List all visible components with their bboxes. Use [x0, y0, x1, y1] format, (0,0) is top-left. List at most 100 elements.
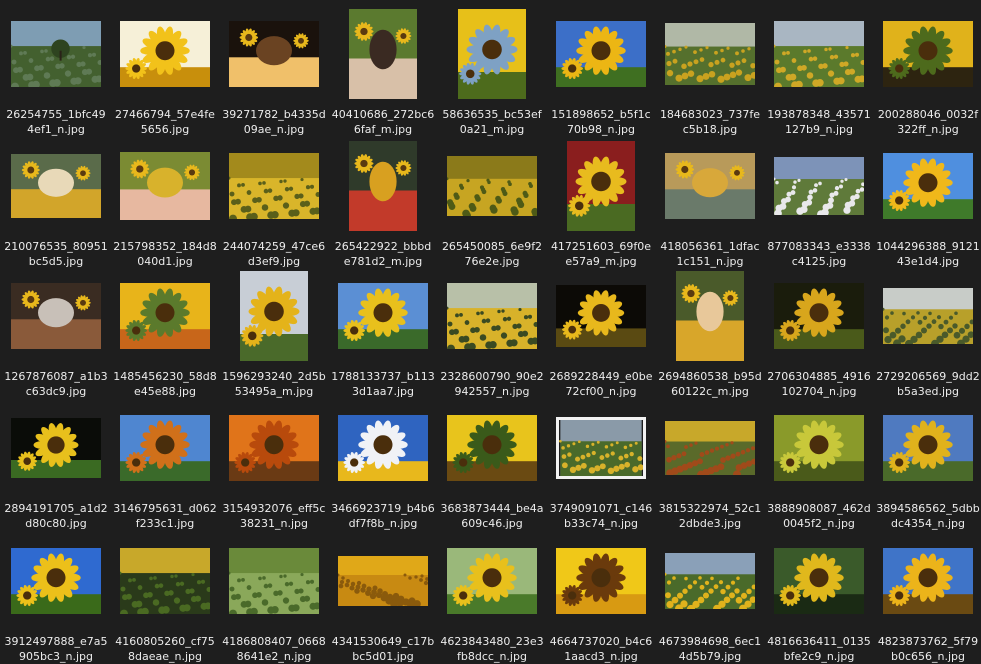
file-item[interactable]: 3683873444_be4a 609c46.jpg	[438, 398, 546, 531]
file-item[interactable]: 151898652_b5f1c 70b98_n.jpg	[547, 4, 655, 137]
file-item[interactable]: 210076535_80951 bc5d5.jpg	[2, 136, 110, 269]
file-name: 4341530649_c17b bc5d01.jpg	[329, 634, 437, 664]
image-thumbnail[interactable]	[774, 157, 864, 215]
image-thumbnail[interactable]	[120, 283, 210, 349]
image-thumbnail[interactable]	[447, 283, 537, 349]
image-thumbnail[interactable]	[774, 548, 864, 614]
file-name-line-2: 53495a_m.jpg	[234, 385, 314, 398]
file-item[interactable]: 4160805260_cf75 8daeae_n.jpg	[111, 531, 219, 664]
image-thumbnail[interactable]	[447, 156, 537, 216]
file-item[interactable]: 58636535_bc53ef 0a21_m.jpg	[438, 4, 546, 137]
file-item[interactable]: 244074259_47ce6 d3ef9.jpg	[220, 136, 328, 269]
file-item[interactable]: 193878348_43571 127b9_n.jpg	[765, 4, 873, 137]
file-item[interactable]: 265422922_bbbd e781d2_m.jpg	[329, 136, 437, 269]
image-thumbnail[interactable]	[11, 548, 101, 614]
image-thumbnail[interactable]	[774, 21, 864, 87]
image-thumbnail[interactable]	[556, 285, 646, 347]
file-item[interactable]: 877083343_e3338 c4125.jpg	[765, 136, 873, 269]
image-thumbnail[interactable]	[883, 415, 973, 481]
image-thumbnail[interactable]	[665, 553, 755, 609]
file-item[interactable]: 3466923719_b4b6 df7f8b_n.jpg	[329, 398, 437, 531]
image-thumbnail[interactable]	[447, 548, 537, 614]
image-thumbnail[interactable]	[567, 141, 635, 231]
file-item[interactable]: 3146795631_d062 f233c1.jpg	[111, 398, 219, 531]
image-thumbnail[interactable]	[11, 283, 101, 349]
file-item[interactable]: 2328600790_90e2 942557_n.jpg	[438, 266, 546, 399]
image-thumbnail[interactable]	[676, 271, 744, 361]
image-thumbnail[interactable]	[556, 548, 646, 614]
image-thumbnail[interactable]	[229, 548, 319, 614]
image-thumbnail[interactable]	[883, 288, 973, 344]
file-item[interactable]: 3154932076_eff5c 38231_n.jpg	[220, 398, 328, 531]
image-thumbnail[interactable]	[338, 283, 428, 349]
file-item[interactable]: 3888908087_462d 0045f2_n.jpg	[765, 398, 873, 531]
thumbnail-container	[547, 136, 655, 236]
file-name-line-2: 38231_n.jpg	[240, 517, 308, 530]
file-item[interactable]: 3815322974_52c1 2dbde3.jpg	[656, 398, 764, 531]
image-thumbnail[interactable]	[240, 271, 308, 361]
image-thumbnail[interactable]	[120, 152, 210, 220]
file-item[interactable]: 2689228449_e0be 72cf00_n.jpg	[547, 266, 655, 399]
file-item[interactable]: 2729206569_9dd2 b5a3ed.jpg	[874, 266, 981, 399]
file-item[interactable]: 1267876087_a1b3 c63dc9.jpg	[2, 266, 110, 399]
file-item[interactable]: 4623843480_23e3 fb8dcc_n.jpg	[438, 531, 546, 664]
file-item[interactable]: 40410686_272bc6 6faf_m.jpg	[329, 4, 437, 137]
file-item[interactable]: 3912497888_e7a5 905bc3_n.jpg	[2, 531, 110, 664]
image-thumbnail[interactable]	[229, 415, 319, 481]
file-item[interactable]: 1044296388_9121 43e1d4.jpg	[874, 136, 981, 269]
image-thumbnail[interactable]	[665, 421, 755, 475]
image-thumbnail[interactable]	[11, 21, 101, 87]
image-thumbnail[interactable]	[883, 548, 973, 614]
file-item[interactable]: 184683023_737fe c5b18.jpg	[656, 4, 764, 137]
file-item[interactable]: 4186808407_0668 8641e2_n.jpg	[220, 531, 328, 664]
file-item[interactable]: 1788133737_b113 3d1aa7.jpg	[329, 266, 437, 399]
file-item[interactable]: 1485456230_58d8 e45e88.jpg	[111, 266, 219, 399]
image-thumbnail[interactable]	[11, 418, 101, 478]
file-item[interactable]: 4664737020_b4c6 1aacd3_n.jpg	[547, 531, 655, 664]
image-thumbnail[interactable]	[665, 23, 755, 85]
file-item[interactable]: 2894191705_a1d2 d80c80.jpg	[2, 398, 110, 531]
image-thumbnail[interactable]	[556, 21, 646, 87]
image-thumbnail[interactable]	[120, 415, 210, 481]
file-item[interactable]: 265450085_6e9f2 76e2e.jpg	[438, 136, 546, 269]
image-thumbnail[interactable]	[883, 153, 973, 219]
file-item[interactable]: 4341530649_c17b bc5d01.jpg	[329, 531, 437, 664]
image-thumbnail[interactable]	[774, 415, 864, 481]
file-item[interactable]: 27466794_57e4fe 5656.jpg	[111, 4, 219, 137]
file-name: 3466923719_b4b6 df7f8b_n.jpg	[329, 501, 437, 531]
image-thumbnail[interactable]	[338, 556, 428, 606]
image-thumbnail[interactable]	[11, 154, 101, 218]
file-item[interactable]: 26254755_1bfc49 4ef1_n.jpg	[2, 4, 110, 137]
file-item[interactable]: 4823873762_5f79 b0c656_n.jpg	[874, 531, 981, 664]
file-item[interactable]: 39271782_b4335d 09ae_n.jpg	[220, 4, 328, 137]
file-item[interactable]: 3894586562_5dbb dc4354_n.jpg	[874, 398, 981, 531]
thumbnail-container	[329, 4, 437, 104]
image-thumbnail[interactable]	[556, 417, 646, 479]
image-thumbnail[interactable]	[349, 9, 417, 99]
file-name-line-1: 4186808407_0668	[222, 635, 326, 648]
file-item[interactable]: 2694860538_b95d 60122c_m.jpg	[656, 266, 764, 399]
image-thumbnail[interactable]	[774, 283, 864, 349]
file-item[interactable]: 1596293240_2d5b 53495a_m.jpg	[220, 266, 328, 399]
file-name: 40410686_272bc6 6faf_m.jpg	[329, 107, 437, 137]
file-item[interactable]: 4673984698_6ec1 4d5b79.jpg	[656, 531, 764, 664]
file-name-line-2: 609c46.jpg	[461, 517, 523, 530]
file-item[interactable]: 215798352_184d8 040d1.jpg	[111, 136, 219, 269]
file-item[interactable]: 418056361_1dfac 1c151_n.jpg	[656, 136, 764, 269]
image-thumbnail[interactable]	[120, 21, 210, 87]
image-thumbnail[interactable]	[883, 21, 973, 87]
image-thumbnail[interactable]	[447, 415, 537, 481]
file-item[interactable]: 3749091071_c146 b33c74_n.jpg	[547, 398, 655, 531]
file-item[interactable]: 417251603_69f0e e57a9_m.jpg	[547, 136, 655, 269]
image-thumbnail[interactable]	[120, 548, 210, 614]
file-item[interactable]: 2706304885_4916 102704_n.jpg	[765, 266, 873, 399]
file-name-line-1: 27466794_57e4fe	[115, 108, 215, 121]
image-thumbnail[interactable]	[665, 153, 755, 219]
image-thumbnail[interactable]	[349, 141, 417, 231]
image-thumbnail[interactable]	[458, 9, 526, 99]
file-item[interactable]: 200288046_0032f 322ff_n.jpg	[874, 4, 981, 137]
file-item[interactable]: 4816636411_0135 bfe2c9_n.jpg	[765, 531, 873, 664]
image-thumbnail[interactable]	[229, 153, 319, 219]
image-thumbnail[interactable]	[229, 21, 319, 87]
image-thumbnail[interactable]	[338, 415, 428, 481]
